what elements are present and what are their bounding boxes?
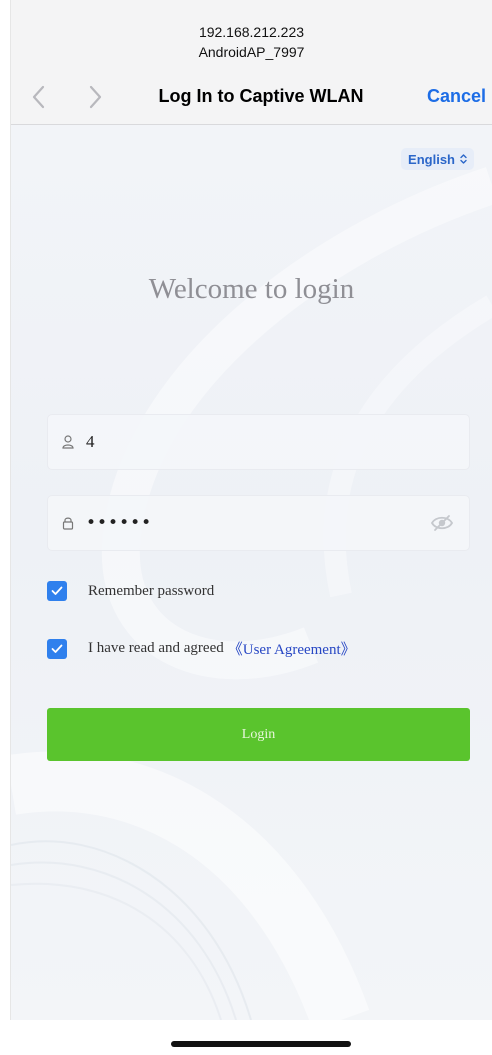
left-edge (0, 0, 11, 1020)
lock-icon (62, 517, 74, 530)
captive-portal-screen: 192.168.212.223 AndroidAP_7997 Log In to… (0, 0, 492, 1055)
agreement-row: I have read and agreed 《User Agreement》 (47, 638, 356, 659)
password-field (47, 495, 470, 551)
chevron-right-icon (89, 85, 102, 109)
eye-icon[interactable] (431, 514, 453, 532)
chevron-up-down-icon (460, 154, 467, 164)
language-selector[interactable]: English (401, 148, 474, 170)
agreement-checkbox[interactable] (47, 638, 67, 659)
welcome-heading: Welcome to login (148, 273, 355, 305)
login-page: English Welcome to login 4 •••••• Rememb… (11, 125, 492, 1020)
remember-password-row: Remember password (47, 581, 214, 601)
host-address: 192.168.212.223 (198, 24, 305, 40)
background-wave-decoration (11, 166, 492, 1020)
password-input[interactable] (86, 496, 419, 550)
remember-password-label: Remember password (88, 582, 215, 599)
home-indicator[interactable] (171, 1041, 351, 1047)
sheet-title: Log In to Captive WLAN (158, 86, 364, 106)
login-button[interactable]: Login (47, 708, 470, 761)
remember-password-checkbox[interactable] (47, 581, 67, 601)
browser-header: 192.168.212.223 AndroidAP_7997 Log In to… (11, 0, 492, 125)
cancel-button[interactable]: Cancel (427, 86, 486, 107)
username-input[interactable] (86, 415, 419, 469)
language-label: English (408, 151, 455, 167)
checkmark-icon (51, 644, 63, 653)
user-agreement-link[interactable]: 《User Agreement》 (228, 638, 356, 659)
network-name: AndroidAP_7997 (198, 44, 305, 60)
agreement-label: I have read and agreed (88, 640, 224, 656)
forward-button[interactable] (85, 84, 107, 110)
chevron-left-icon (32, 85, 45, 109)
checkmark-icon (51, 586, 63, 595)
user-icon (62, 435, 74, 449)
back-button[interactable] (27, 84, 49, 110)
bottom-safe-area (0, 1020, 492, 1055)
username-field (47, 414, 470, 470)
